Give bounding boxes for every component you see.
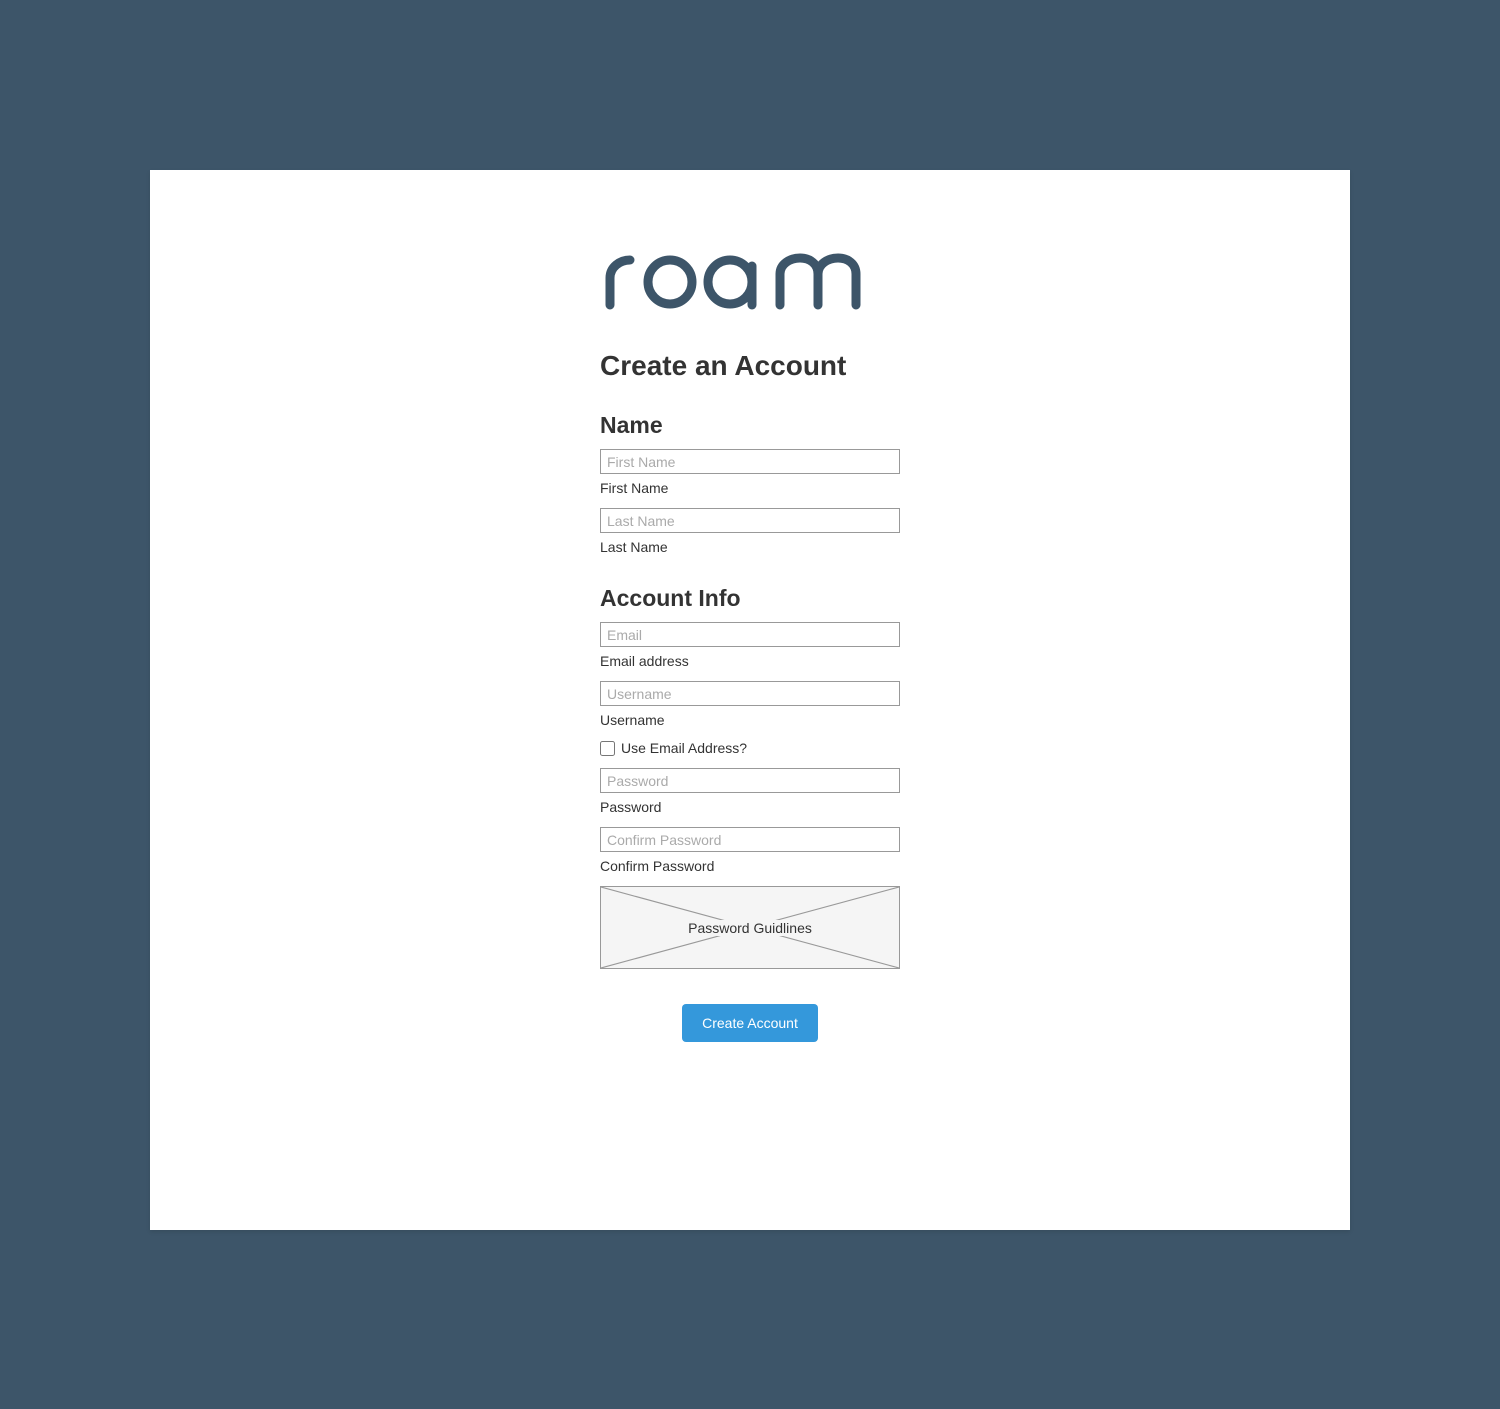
confirm-password-label: Confirm Password [600, 858, 900, 874]
first-name-label: First Name [600, 480, 900, 496]
password-guidelines-label: Password Guidlines [680, 920, 820, 936]
signup-form: Create an Account Name First Name Last N… [600, 250, 900, 1042]
last-name-input[interactable] [600, 508, 900, 533]
signup-card: Create an Account Name First Name Last N… [150, 170, 1350, 1230]
password-guidelines-placeholder: Password Guidlines [600, 886, 900, 969]
submit-row: Create Account [600, 1004, 900, 1042]
use-email-checkbox[interactable] [600, 741, 615, 756]
page-title: Create an Account [600, 350, 900, 382]
password-label: Password [600, 799, 900, 815]
password-input[interactable] [600, 768, 900, 793]
section-title-name: Name [600, 412, 900, 439]
use-email-checkbox-row: Use Email Address? [600, 740, 900, 756]
email-label: Email address [600, 653, 900, 669]
roam-logo [600, 250, 900, 310]
create-account-button[interactable]: Create Account [682, 1004, 818, 1042]
email-input[interactable] [600, 622, 900, 647]
section-title-account: Account Info [600, 585, 900, 612]
username-label: Username [600, 712, 900, 728]
use-email-checkbox-label: Use Email Address? [621, 740, 747, 756]
first-name-input[interactable] [600, 449, 900, 474]
last-name-label: Last Name [600, 539, 900, 555]
confirm-password-input[interactable] [600, 827, 900, 852]
username-input[interactable] [600, 681, 900, 706]
